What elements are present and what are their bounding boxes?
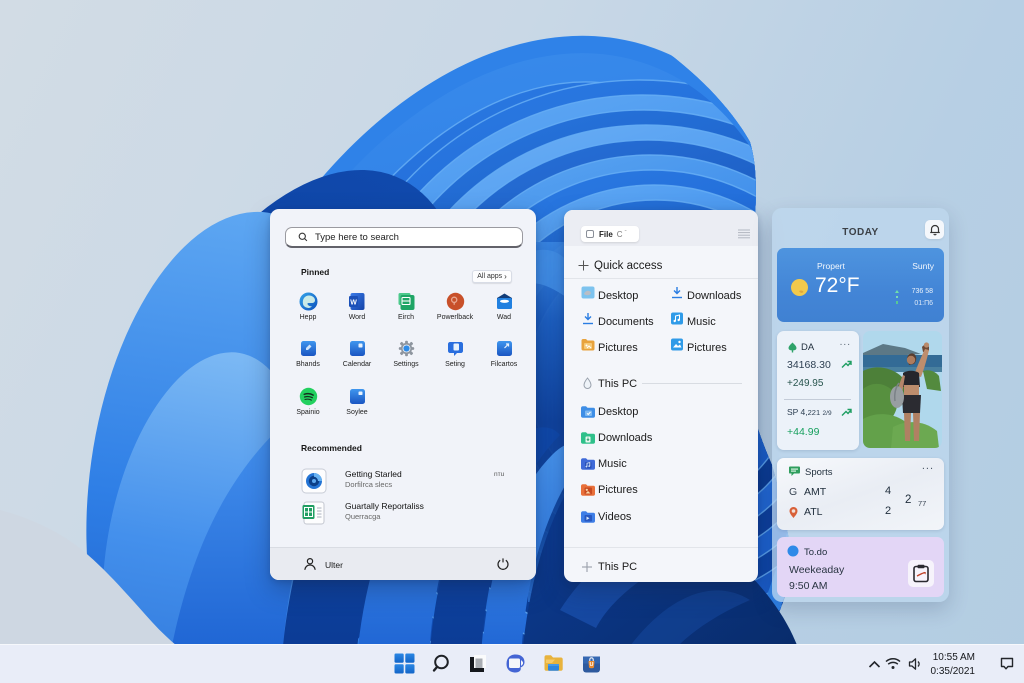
svg-text:U: U (590, 662, 594, 668)
svg-text:W: W (350, 299, 357, 306)
